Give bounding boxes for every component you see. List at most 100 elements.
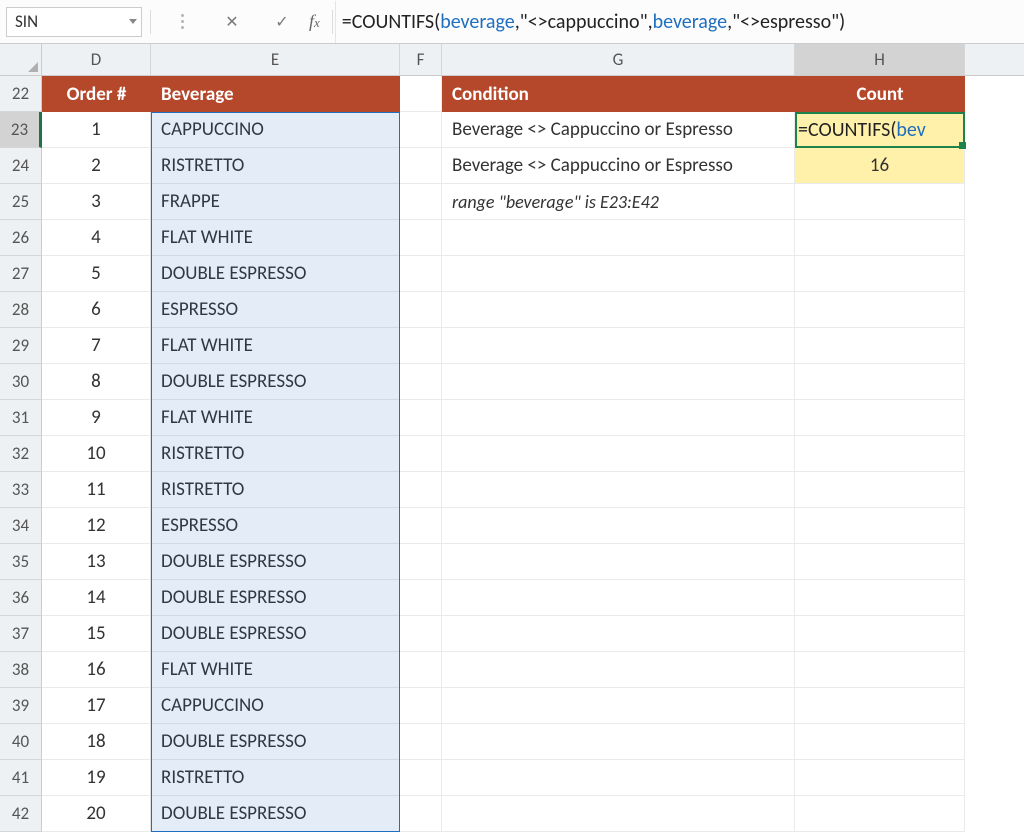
row-header-28[interactable]: 28 xyxy=(0,292,42,328)
cell-E32[interactable]: RISTRETTO xyxy=(151,436,400,472)
cell-D27[interactable]: 5 xyxy=(42,256,151,292)
cell-G26[interactable] xyxy=(442,220,795,256)
cell-D30[interactable]: 8 xyxy=(42,364,151,400)
cell-D41[interactable]: 19 xyxy=(42,760,151,796)
cell-E42[interactable]: DOUBLE ESPRESSO xyxy=(151,796,400,832)
cell-G23[interactable]: Beverage <> Cappuccino or Espresso xyxy=(442,112,795,148)
cell-E34[interactable]: ESPRESSO xyxy=(151,508,400,544)
row-header-29[interactable]: 29 xyxy=(0,328,42,364)
more-icon[interactable] xyxy=(157,2,207,42)
row-header-27[interactable]: 27 xyxy=(0,256,42,292)
cell-E40[interactable]: DOUBLE ESPRESSO xyxy=(151,724,400,760)
fx-icon[interactable]: fx xyxy=(309,11,320,32)
cell-D38[interactable]: 16 xyxy=(42,652,151,688)
row-header-41[interactable]: 41 xyxy=(0,760,42,796)
cell-F25[interactable] xyxy=(400,184,442,220)
cell-G24[interactable]: Beverage <> Cappuccino or Espresso xyxy=(442,148,795,184)
table-row: 5 DOUBLE ESPRESSO xyxy=(42,256,1024,292)
formula-bar-row: SIN ✕ ✓ fx =COUNTIFS(beverage,"<>cappucc… xyxy=(0,0,1024,44)
cell-E41[interactable]: RISTRETTO xyxy=(151,760,400,796)
cell-E26[interactable]: FLAT WHITE xyxy=(151,220,400,256)
cell-E30[interactable]: DOUBLE ESPRESSO xyxy=(151,364,400,400)
row-header-33[interactable]: 33 xyxy=(0,472,42,508)
cell-H24[interactable]: 16 xyxy=(795,148,965,184)
row-header-32[interactable]: 32 xyxy=(0,436,42,472)
name-box-dropdown-icon[interactable] xyxy=(129,19,137,24)
cell-H25[interactable] xyxy=(795,184,965,220)
header-order[interactable]: Order # xyxy=(42,76,151,112)
col-header-G[interactable]: G xyxy=(442,44,795,75)
cell-E35[interactable]: DOUBLE ESPRESSO xyxy=(151,544,400,580)
cell-E27[interactable]: DOUBLE ESPRESSO xyxy=(151,256,400,292)
cell-F24[interactable] xyxy=(400,148,442,184)
row-header-34[interactable]: 34 xyxy=(0,508,42,544)
row-header-37[interactable]: 37 xyxy=(0,616,42,652)
cell-E23[interactable]: CAPPUCCINO xyxy=(151,112,400,148)
cell-D23[interactable]: 1 xyxy=(42,112,151,148)
row-header-24[interactable]: 24 xyxy=(0,148,42,184)
cell-D42[interactable]: 20 xyxy=(42,796,151,832)
cell-E28[interactable]: ESPRESSO xyxy=(151,292,400,328)
cell-D25[interactable]: 3 xyxy=(42,184,151,220)
row-header-36[interactable]: 36 xyxy=(0,580,42,616)
cell-D40[interactable]: 18 xyxy=(42,724,151,760)
header-count[interactable]: Count xyxy=(795,76,965,112)
cell-D31[interactable]: 9 xyxy=(42,400,151,436)
cell-D28[interactable]: 6 xyxy=(42,292,151,328)
row-header-22[interactable]: 22 xyxy=(0,76,42,112)
name-box[interactable]: SIN xyxy=(6,7,142,37)
table-row: 13 DOUBLE ESPRESSO xyxy=(42,544,1024,580)
header-condition[interactable]: Condition xyxy=(442,76,795,112)
cell-D39[interactable]: 17 xyxy=(42,688,151,724)
row-header-26[interactable]: 26 xyxy=(0,220,42,256)
note-cell[interactable]: range "beverage" is E23:E42 xyxy=(442,184,795,220)
table-row: 4 FLAT WHITE xyxy=(42,220,1024,256)
cancel-icon[interactable]: ✕ xyxy=(207,2,257,42)
cell-F22[interactable] xyxy=(400,76,442,112)
col-header-E[interactable]: E xyxy=(151,44,400,75)
row-header-39[interactable]: 39 xyxy=(0,688,42,724)
select-all-corner[interactable] xyxy=(0,44,42,75)
cell-E37[interactable]: DOUBLE ESPRESSO xyxy=(151,616,400,652)
cell-F23[interactable] xyxy=(400,112,442,148)
cell-H26[interactable] xyxy=(795,220,965,256)
cell-D36[interactable]: 14 xyxy=(42,580,151,616)
cell-F26[interactable] xyxy=(400,220,442,256)
cells-area: =COUNTIFS(bev Order # Beverage Condition… xyxy=(42,76,1024,832)
cell-E33[interactable]: RISTRETTO xyxy=(151,472,400,508)
cell-D37[interactable]: 15 xyxy=(42,616,151,652)
separator xyxy=(332,10,333,34)
cell-D32[interactable]: 10 xyxy=(42,436,151,472)
cell-D33[interactable]: 11 xyxy=(42,472,151,508)
col-header-D[interactable]: D xyxy=(42,44,151,75)
cell-E39[interactable]: CAPPUCCINO xyxy=(151,688,400,724)
row-labels: 22 23 24 25 26 27 28 29 30 31 32 33 34 3… xyxy=(0,76,42,832)
row-header-30[interactable]: 30 xyxy=(0,364,42,400)
table-header-row: Order # Beverage Condition Count xyxy=(42,76,1024,112)
cell-E29[interactable]: FLAT WHITE xyxy=(151,328,400,364)
col-header-H[interactable]: H xyxy=(795,44,965,75)
cell-D24[interactable]: 2 xyxy=(42,148,151,184)
enter-icon[interactable]: ✓ xyxy=(257,2,307,42)
formula-input[interactable]: =COUNTIFS(beverage,"<>cappuccino",bevera… xyxy=(335,1,1024,43)
cell-D29[interactable]: 7 xyxy=(42,328,151,364)
row-header-42[interactable]: 42 xyxy=(0,796,42,832)
cell-E31[interactable]: FLAT WHITE xyxy=(151,400,400,436)
row-header-35[interactable]: 35 xyxy=(0,544,42,580)
cell-E38[interactable]: FLAT WHITE xyxy=(151,652,400,688)
header-beverage[interactable]: Beverage xyxy=(151,76,400,112)
cell-E25[interactable]: FRAPPE xyxy=(151,184,400,220)
row-header-25[interactable]: 25 xyxy=(0,184,42,220)
cell-D35[interactable]: 13 xyxy=(42,544,151,580)
row-header-40[interactable]: 40 xyxy=(0,724,42,760)
cell-D26[interactable]: 4 xyxy=(42,220,151,256)
col-header-F[interactable]: F xyxy=(400,44,442,75)
table-row: 19 RISTRETTO xyxy=(42,760,1024,796)
cell-D34[interactable]: 12 xyxy=(42,508,151,544)
cell-E24[interactable]: RISTRETTO xyxy=(151,148,400,184)
row-header-23[interactable]: 23 xyxy=(0,112,42,148)
cell-E36[interactable]: DOUBLE ESPRESSO xyxy=(151,580,400,616)
row-header-38[interactable]: 38 xyxy=(0,652,42,688)
table-row: 8 DOUBLE ESPRESSO xyxy=(42,364,1024,400)
row-header-31[interactable]: 31 xyxy=(0,400,42,436)
